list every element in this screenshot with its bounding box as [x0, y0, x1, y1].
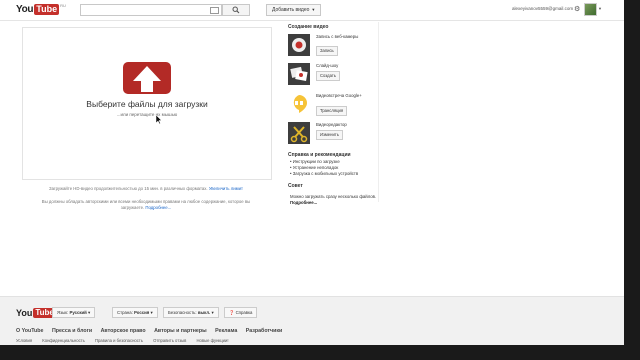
- top-header: You Tube RU Добавить видео ▼ alexeyivanov…: [0, 0, 624, 21]
- search-input[interactable]: [80, 4, 222, 16]
- footer-link-press[interactable]: Пресса и блоги: [52, 328, 92, 334]
- gear-icon[interactable]: ⚙: [574, 5, 580, 13]
- country-label: Страна:: [117, 310, 133, 315]
- webcam-label: Запись с веб-камеры: [316, 34, 359, 39]
- footer-link-developers[interactable]: Разработчики: [246, 328, 283, 334]
- select-files-label[interactable]: Выберите файлы для загрузки: [23, 99, 271, 109]
- language-label: Язык:: [57, 310, 69, 315]
- footer-link-privacy[interactable]: Конфиденциальность: [42, 338, 84, 343]
- footer-link-advertising[interactable]: Реклама: [215, 328, 237, 334]
- footer-secondary-links: Условия Конфиденциальность Правила и без…: [16, 338, 238, 343]
- chevron-down-icon[interactable]: ▼: [598, 6, 602, 11]
- webcam-record-icon[interactable]: [288, 34, 310, 56]
- google-hangouts-icon[interactable]: [288, 93, 310, 115]
- footer-link-feedback[interactable]: Отправить отзыв: [153, 338, 186, 343]
- page-footer: You Tube Язык: Русский ▾ Страна: Россия …: [0, 296, 624, 347]
- upload-dropzone[interactable]: Выберите файлы для загрузки ...или перет…: [22, 27, 272, 180]
- video-editor-scissors-icon[interactable]: [288, 122, 310, 144]
- footer-link-copyright[interactable]: Авторское право: [101, 328, 146, 334]
- help-item-mobile-upload[interactable]: Загрузка с мобильных устройств: [290, 171, 358, 177]
- tool-webcam: Запись с веб-камеры Запись: [288, 34, 378, 58]
- tool-editor: Видеоредактор Изменить: [288, 122, 378, 146]
- hangouts-label: Видеовстреча Google+: [316, 93, 362, 98]
- chevron-down-icon: ▼: [311, 7, 316, 12]
- create-slideshow-button[interactable]: Создать: [316, 71, 340, 81]
- language-button[interactable]: Язык: Русский ▾: [52, 307, 96, 318]
- record-button[interactable]: Запись: [316, 46, 338, 56]
- keyboard-icon[interactable]: [210, 7, 219, 14]
- tool-hangouts: Видеовстреча Google+ Трансляция: [288, 93, 378, 117]
- account-email[interactable]: alexeyivanov5559@gmail.com: [512, 6, 573, 11]
- footer-youtube-logo[interactable]: You Tube: [16, 308, 56, 318]
- search-icon: [232, 6, 240, 14]
- tip-text-block: Можно загружать сразу несколько файлов. …: [290, 194, 380, 206]
- upload-video-button[interactable]: Добавить видео ▼: [266, 4, 322, 16]
- footer-main-links: О YouTube Пресса и блоги Авторское право…: [16, 328, 289, 334]
- window-edge-right: [624, 0, 640, 360]
- country-value: Россия: [134, 310, 150, 315]
- tip-heading: Совет: [288, 183, 303, 189]
- window-edge-bottom: [0, 345, 640, 360]
- hd-note-text: Загружайте HD-видео продолжительностью д…: [49, 186, 208, 191]
- create-video-heading: Создание видео: [288, 24, 329, 30]
- footer-link-new-features[interactable]: Новые функции!: [197, 338, 229, 343]
- page: You Tube RU Добавить видео ▼ alexeyivanov…: [0, 0, 624, 360]
- avatar[interactable]: [584, 3, 597, 16]
- copyright-notice: Вы должны обладать авторскими или всеми …: [30, 199, 262, 211]
- help-button-label: Справка: [235, 310, 253, 315]
- country-button[interactable]: Страна: Россия ▾: [112, 307, 158, 318]
- slideshow-label: Слайд-шоу: [316, 63, 339, 68]
- search-button[interactable]: [222, 4, 250, 16]
- edit-button[interactable]: Изменить: [316, 130, 343, 140]
- upload-arrow-icon[interactable]: [123, 62, 171, 94]
- column-divider: [378, 22, 379, 202]
- footer-link-creators[interactable]: Авторы и партнеры: [154, 328, 207, 334]
- slideshow-icon[interactable]: [288, 63, 310, 85]
- increase-limit-link[interactable]: Увеличить лимит: [209, 186, 243, 191]
- mouse-cursor-icon: [156, 115, 162, 124]
- logo-you-text: You: [16, 4, 34, 15]
- help-button[interactable]: ❓ Справка: [224, 307, 258, 318]
- footer-link-policy-safety[interactable]: Правила и безопасность: [95, 338, 143, 343]
- help-list: Инструкции по загрузке Устранение непола…: [290, 159, 358, 177]
- tool-slideshow: Слайд-шоу Создать: [288, 63, 378, 87]
- drag-drop-hint: ...или перетащите их мышью: [116, 112, 178, 117]
- copyright-more-link[interactable]: Подробнее...: [145, 205, 171, 210]
- footer-link-about[interactable]: О YouTube: [16, 328, 43, 334]
- footer-link-terms[interactable]: Условия: [16, 338, 32, 343]
- logo-tube-text: Tube: [34, 4, 60, 15]
- editor-label: Видеоредактор: [316, 122, 347, 127]
- question-icon: ❓: [229, 310, 235, 315]
- tip-text: Можно загружать сразу несколько файлов.: [290, 194, 377, 199]
- safety-value: выкл.: [197, 310, 211, 315]
- logo-region-text: RU: [60, 3, 66, 8]
- youtube-logo[interactable]: You Tube RU: [16, 3, 66, 16]
- safety-label: Безопасность:: [168, 310, 197, 315]
- safety-button[interactable]: Безопасность: выкл. ▾: [163, 307, 219, 318]
- hd-upload-note: Загружайте HD-видео продолжительностью д…: [22, 186, 270, 191]
- help-heading: Справка и рекомендации: [288, 152, 351, 158]
- upload-video-label: Добавить видео: [272, 7, 310, 13]
- tip-more-link[interactable]: Подробнее...: [290, 200, 317, 205]
- footer-logo-you: You: [16, 308, 33, 318]
- create-video-panel: Создание видео: [288, 24, 378, 30]
- broadcast-button[interactable]: Трансляция: [316, 106, 348, 116]
- language-value: Русский: [69, 310, 87, 315]
